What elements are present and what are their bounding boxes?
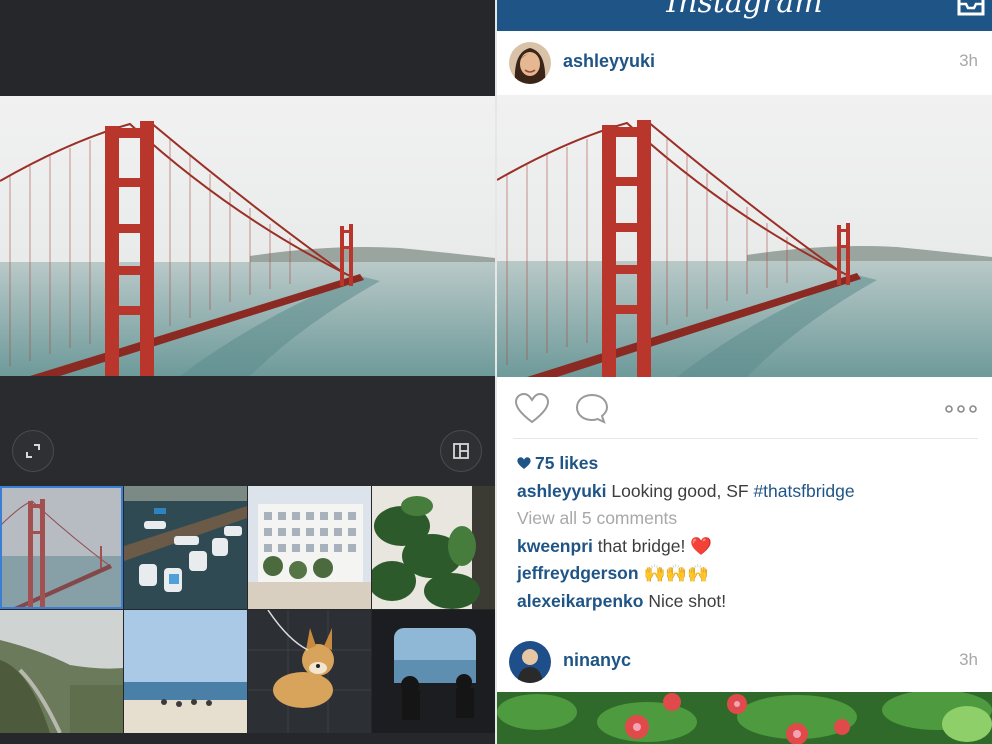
heart-icon[interactable]	[514, 393, 550, 425]
layout-button[interactable]	[440, 430, 482, 472]
instagram-feed: Instagram ashleyyuki 3h 75 likes ashleyy…	[497, 0, 992, 744]
photo-thumbnail-boats[interactable]	[124, 486, 247, 609]
navigation-bar: Instagram	[497, 0, 992, 31]
post-details: 75 likes ashleyyuki Looking good, SF #th…	[517, 450, 977, 615]
post-image[interactable]	[497, 692, 992, 744]
app-logo: Instagram	[666, 0, 823, 20]
comment-row: alexeikarpenko Nice shot!	[517, 588, 977, 616]
post-username[interactable]: ashleyyuki	[563, 51, 655, 72]
comment-emoji: 🙌🙌🙌	[643, 563, 709, 583]
view-all-comments-link[interactable]: View all 5 comments	[517, 505, 977, 533]
editor-controls	[0, 376, 495, 486]
post-image[interactable]	[497, 95, 992, 377]
expand-icon	[26, 444, 40, 458]
post-header: ashleyyuki 3h	[497, 31, 992, 93]
post-header: ninanyc 3h	[497, 630, 992, 692]
comment-text: Nice shot!	[648, 590, 727, 611]
comment-text: that bridge!	[597, 535, 686, 556]
comment-row: kweenpri that bridge! ❤️	[517, 533, 977, 561]
photo-thumbnail-bridge[interactable]	[0, 486, 123, 609]
more-icon[interactable]	[943, 393, 979, 425]
comment-username[interactable]: jeffreydgerson	[517, 563, 639, 583]
camera-roll-grid	[0, 486, 495, 744]
caption-username[interactable]: ashleyyuki	[517, 481, 607, 501]
editor-top-bar	[0, 0, 495, 96]
comment-username[interactable]: alexeikarpenko	[517, 591, 643, 611]
photo-thumbnail-coast[interactable]	[0, 610, 123, 733]
avatar[interactable]	[509, 42, 551, 84]
golden-gate-bridge-photo	[497, 95, 992, 377]
photo-editor-panel	[0, 0, 495, 744]
post-username[interactable]: ninanyc	[563, 650, 631, 671]
comment-emoji: ❤️	[690, 535, 712, 556]
photo-thumbnail-window[interactable]	[372, 610, 495, 733]
post-timestamp: 3h	[959, 51, 978, 70]
comment-row: jeffreydgerson 🙌🙌🙌	[517, 560, 977, 588]
flowers-photo	[497, 692, 992, 744]
photo-thumbnail-dog[interactable]	[248, 610, 371, 733]
post-timestamp: 3h	[959, 650, 978, 669]
caption-text: Looking good, SF	[611, 480, 749, 501]
heart-icon	[517, 457, 531, 469]
inbox-icon[interactable]	[956, 0, 986, 18]
likes-count[interactable]: 75 likes	[535, 453, 598, 473]
golden-gate-bridge-photo	[0, 96, 495, 376]
layout-icon	[453, 443, 469, 459]
comment-icon[interactable]	[574, 393, 610, 425]
crop-preview-image[interactable]	[0, 96, 495, 376]
caption: ashleyyuki Looking good, SF #thatsfbridg…	[517, 478, 977, 506]
avatar[interactable]	[509, 641, 551, 683]
photo-thumbnail-beach[interactable]	[124, 610, 247, 733]
comment-username[interactable]: kweenpri	[517, 536, 593, 556]
photo-thumbnail-building[interactable]	[248, 486, 371, 609]
photo-thumbnail-plants[interactable]	[372, 486, 495, 609]
caption-hashtag[interactable]: #thatsfbridge	[753, 481, 854, 501]
post-action-bar	[497, 385, 992, 437]
likes-row[interactable]: 75 likes	[517, 450, 977, 478]
expand-button[interactable]	[12, 430, 54, 472]
divider	[513, 438, 978, 439]
